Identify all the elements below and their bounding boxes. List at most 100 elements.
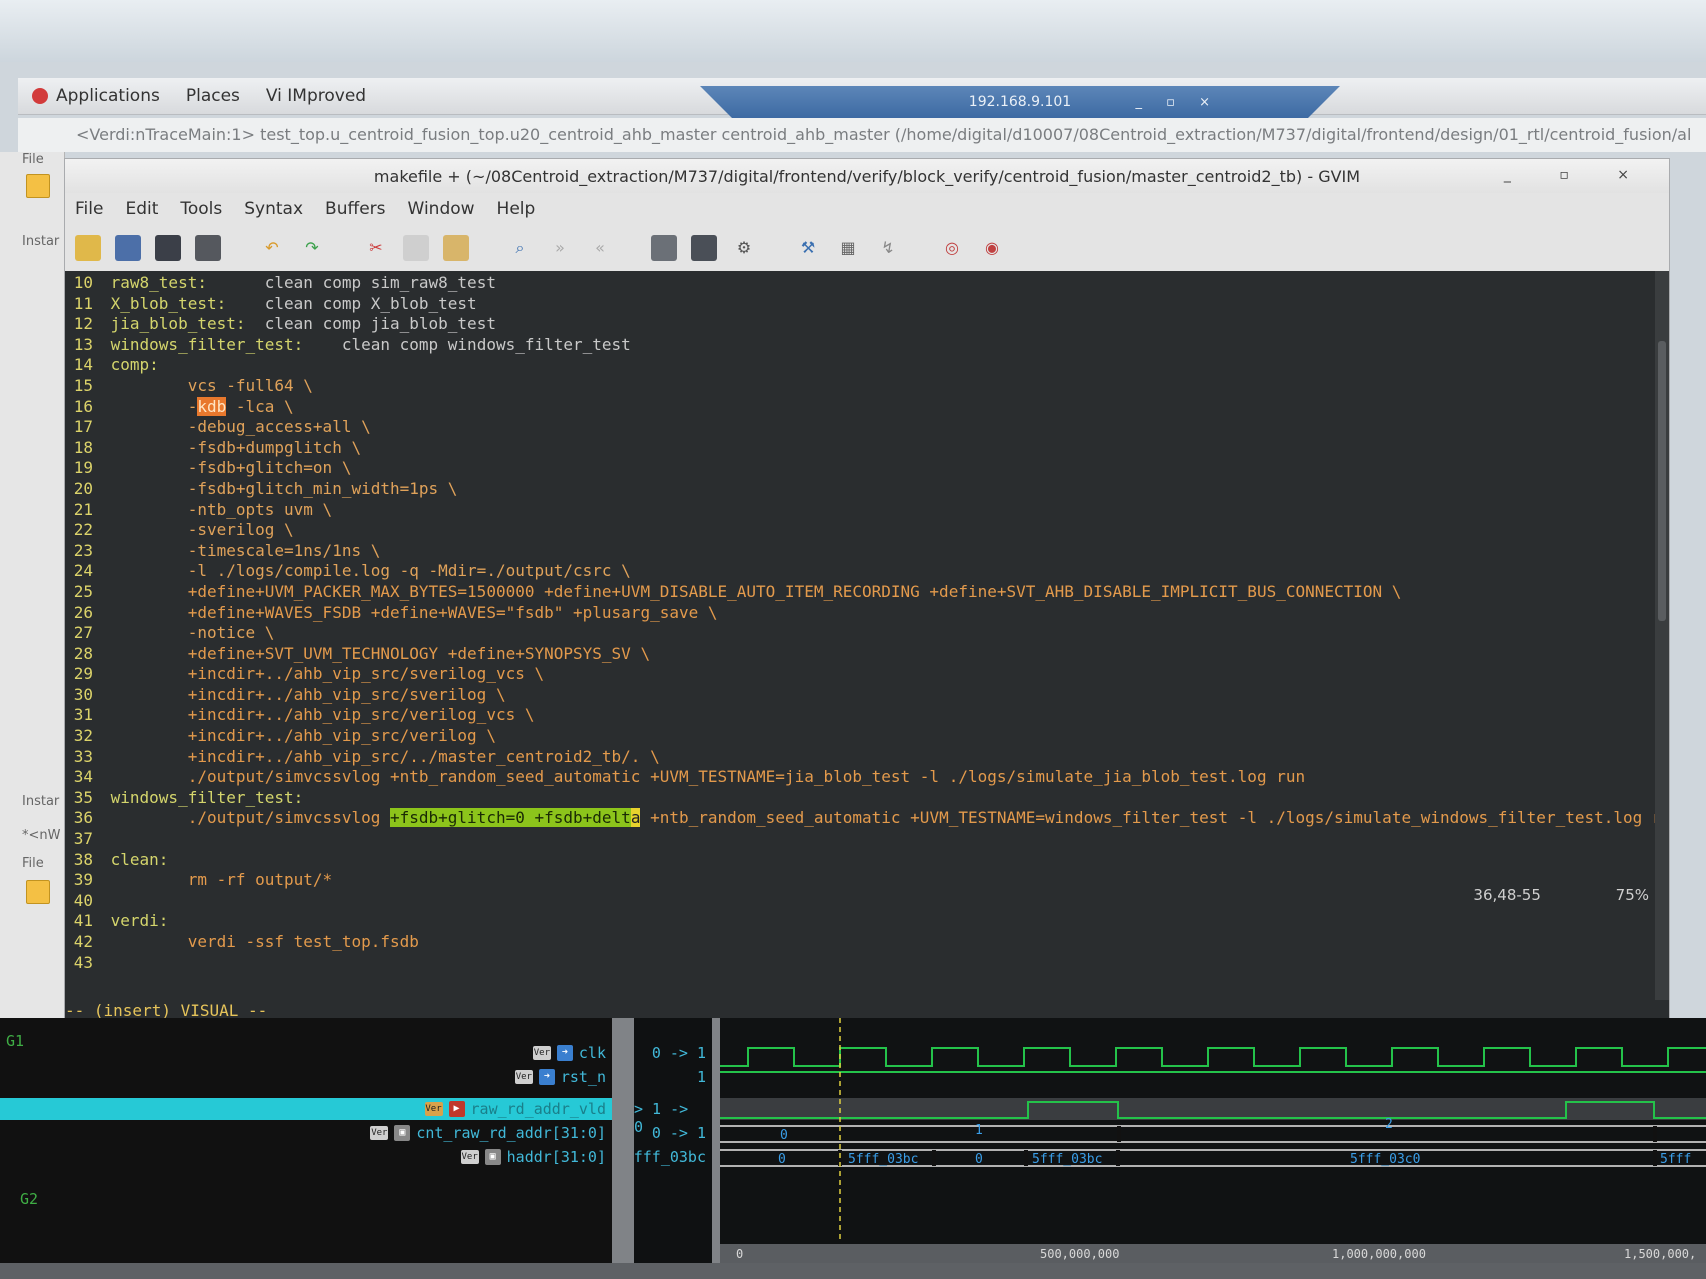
editor-line[interactable]: 19 -fsdb+glitch=on \: [65, 458, 1669, 479]
timeline-ruler[interactable]: [720, 1244, 1706, 1263]
verdi-file-label[interactable]: File: [22, 152, 44, 167]
editor-line[interactable]: 16 -kdb -lca \: [65, 396, 1669, 418]
editor-line[interactable]: 40: [65, 891, 1669, 912]
code-text: -notice \: [101, 623, 275, 643]
copy-icon[interactable]: [403, 235, 429, 261]
menu-tools[interactable]: Tools: [180, 199, 222, 219]
group-g2-label[interactable]: G2: [20, 1190, 38, 1208]
editor-line[interactable]: 32 +incdir+../ahb_vip_src/verilog \: [65, 726, 1669, 747]
menu-syntax[interactable]: Syntax: [244, 199, 303, 219]
editor-line[interactable]: 12 jia_blob_test: clean comp jia_blob_te…: [65, 314, 1669, 335]
editor-line[interactable]: 21 -ntb_opts uvm \: [65, 500, 1669, 521]
register-icon: ▣: [394, 1125, 411, 1141]
editor-line[interactable]: 42 verdi -ssf test_top.fsdb: [65, 932, 1669, 953]
editor-line[interactable]: 24 -l ./logs/compile.log -q -Mdir=./outp…: [65, 561, 1669, 582]
undo-icon[interactable]: ↶: [259, 235, 285, 261]
line-number: 36: [73, 808, 93, 828]
make-icon[interactable]: ⚒: [795, 235, 821, 261]
signal-panel-splitter[interactable]: [612, 1018, 634, 1279]
vim-editor-buffer[interactable]: 10 raw8_test: clean comp sim_raw8_test 11…: [65, 271, 1669, 1002]
editor-line[interactable]: 17 -debug_access+all \: [65, 417, 1669, 438]
applications-menu[interactable]: Applications: [32, 86, 160, 106]
editor-line[interactable]: 25 +define+UVM_PACKER_MAX_BYTES=1500000 …: [65, 582, 1669, 603]
signal-row-clk[interactable]: Ver ➜ clk: [532, 1042, 606, 1064]
editor-line[interactable]: 35 windows_filter_test:: [65, 788, 1669, 809]
find-help-icon[interactable]: ◉: [979, 235, 1005, 261]
code-text: clean comp windows_filter_test: [303, 334, 631, 354]
editor-line[interactable]: 37: [65, 829, 1669, 850]
menu-file[interactable]: File: [75, 199, 103, 219]
find-next-icon[interactable]: »: [547, 235, 573, 261]
editor-line[interactable]: 38 clean:: [65, 850, 1669, 871]
help-icon[interactable]: ◎: [939, 235, 965, 261]
shell-icon[interactable]: ▦: [835, 235, 861, 261]
editor-line[interactable]: 20 -fsdb+glitch_min_width=1ps \: [65, 479, 1669, 500]
signal-row-haddr[interactable]: Ver ▣ haddr[31:0]: [460, 1146, 606, 1168]
editor-line[interactable]: 41 verdi:: [65, 911, 1669, 932]
remote-window-controls[interactable]: _ ▫ ×: [1136, 95, 1220, 110]
places-menu[interactable]: Places: [186, 86, 240, 106]
folder-icon[interactable]: [26, 880, 50, 904]
editor-line[interactable]: 26 +define+WAVES_FSDB +define+WAVES="fsd…: [65, 603, 1669, 624]
code-text: verdi:: [101, 911, 169, 931]
scrollbar-thumb[interactable]: [1658, 341, 1666, 621]
remote-session-bar[interactable]: 192.168.9.101 _ ▫ ×: [700, 86, 1340, 118]
editor-line[interactable]: 39 rm -rf output/*: [65, 870, 1669, 891]
editor-line[interactable]: 18 -fsdb+dumpglitch \: [65, 438, 1669, 459]
group-g1-label[interactable]: G1: [6, 1032, 24, 1050]
wave-horizontal-scrollbar[interactable]: [0, 1263, 1706, 1279]
menu-window[interactable]: Window: [408, 199, 475, 219]
code-text: rm -rf output/*: [101, 870, 333, 890]
load-session-icon[interactable]: [651, 235, 677, 261]
editor-line[interactable]: 29 +incdir+../ahb_vip_src/sverilog_vcs \: [65, 664, 1669, 685]
gvim-window-controls[interactable]: _ ▫ ×: [1504, 167, 1651, 183]
menu-help[interactable]: Help: [497, 199, 536, 219]
editor-line[interactable]: 14 comp:: [65, 355, 1669, 376]
folder-icon[interactable]: [26, 174, 50, 198]
nwave-label[interactable]: *<nW: [22, 828, 61, 843]
paste-icon[interactable]: [443, 235, 469, 261]
menu-buffers[interactable]: Buffers: [325, 199, 385, 219]
remote-host-address: 192.168.9.101: [968, 94, 1072, 110]
tags-icon[interactable]: ↯: [875, 235, 901, 261]
line-number: 17: [73, 417, 93, 437]
print-icon[interactable]: [195, 235, 221, 261]
code-text: clean comp X_blob_test: [226, 293, 477, 313]
editor-line[interactable]: 10 raw8_test: clean comp sim_raw8_test: [65, 273, 1669, 294]
editor-line[interactable]: 36 ./output/simvcssvlog +fsdb+glitch=0 +…: [65, 808, 1669, 829]
code-text: comp:: [101, 355, 159, 375]
editor-line[interactable]: 34 ./output/simvcssvlog +ntb_random_seed…: [65, 767, 1669, 788]
redo-icon[interactable]: ↷: [299, 235, 325, 261]
editor-line[interactable]: 31 +incdir+../ahb_vip_src/verilog_vcs \: [65, 705, 1669, 726]
find-prev-icon[interactable]: «: [587, 235, 613, 261]
editor-line[interactable]: 28 +define+SVT_UVM_TECHNOLOGY +define+SY…: [65, 644, 1669, 665]
value-panel-splitter[interactable]: [712, 1018, 720, 1279]
save-all-icon[interactable]: [155, 235, 181, 261]
signal-row-cnt-raw-rd-addr[interactable]: Ver ▣ cnt_raw_rd_addr[31:0]: [370, 1122, 606, 1144]
editor-line[interactable]: 15 vcs -full64 \: [65, 376, 1669, 397]
code-text: +define+WAVES_FSDB +define+WAVES="fsdb" …: [101, 602, 718, 622]
editor-scrollbar[interactable]: [1655, 271, 1669, 1000]
menu-edit[interactable]: Edit: [125, 199, 158, 219]
signal-row-raw-rd-addr-vld[interactable]: Ver ▶ raw_rd_addr_vld: [424, 1098, 606, 1120]
editor-line[interactable]: 23 -timescale=1ns/1ns \: [65, 541, 1669, 562]
cut-icon[interactable]: ✂: [363, 235, 389, 261]
editor-line[interactable]: 13 windows_filter_test: clean comp windo…: [65, 335, 1669, 356]
run-script-icon[interactable]: ⚙: [731, 235, 757, 261]
editor-line[interactable]: 27 -notice \: [65, 623, 1669, 644]
editor-line[interactable]: 30 +incdir+../ahb_vip_src/sverilog \: [65, 685, 1669, 706]
save-icon[interactable]: [115, 235, 141, 261]
waveform-canvas[interactable]: 0 1 2 0 5fff_03bc 0 5fff_03bc 5fff_03c0 …: [720, 1018, 1706, 1263]
signal-row-rst-n[interactable]: Ver ➜ rst_n: [514, 1066, 606, 1088]
editor-line[interactable]: 43: [65, 953, 1669, 974]
editor-line[interactable]: 22 -sverilog \: [65, 520, 1669, 541]
vim-menu[interactable]: Vi IMproved: [266, 86, 366, 106]
nwave-file-label[interactable]: File: [22, 856, 44, 871]
find-replace-icon[interactable]: ⌕: [507, 235, 533, 261]
selected-text: a: [630, 808, 641, 828]
save-session-icon[interactable]: [691, 235, 717, 261]
editor-line[interactable]: 11 X_blob_test: clean comp X_blob_test: [65, 294, 1669, 315]
code-text: ./output/simvcssvlog +ntb_random_seed_au…: [101, 767, 1306, 787]
open-icon[interactable]: [75, 235, 101, 261]
editor-line[interactable]: 33 +incdir+../ahb_vip_src/../master_cent…: [65, 747, 1669, 768]
